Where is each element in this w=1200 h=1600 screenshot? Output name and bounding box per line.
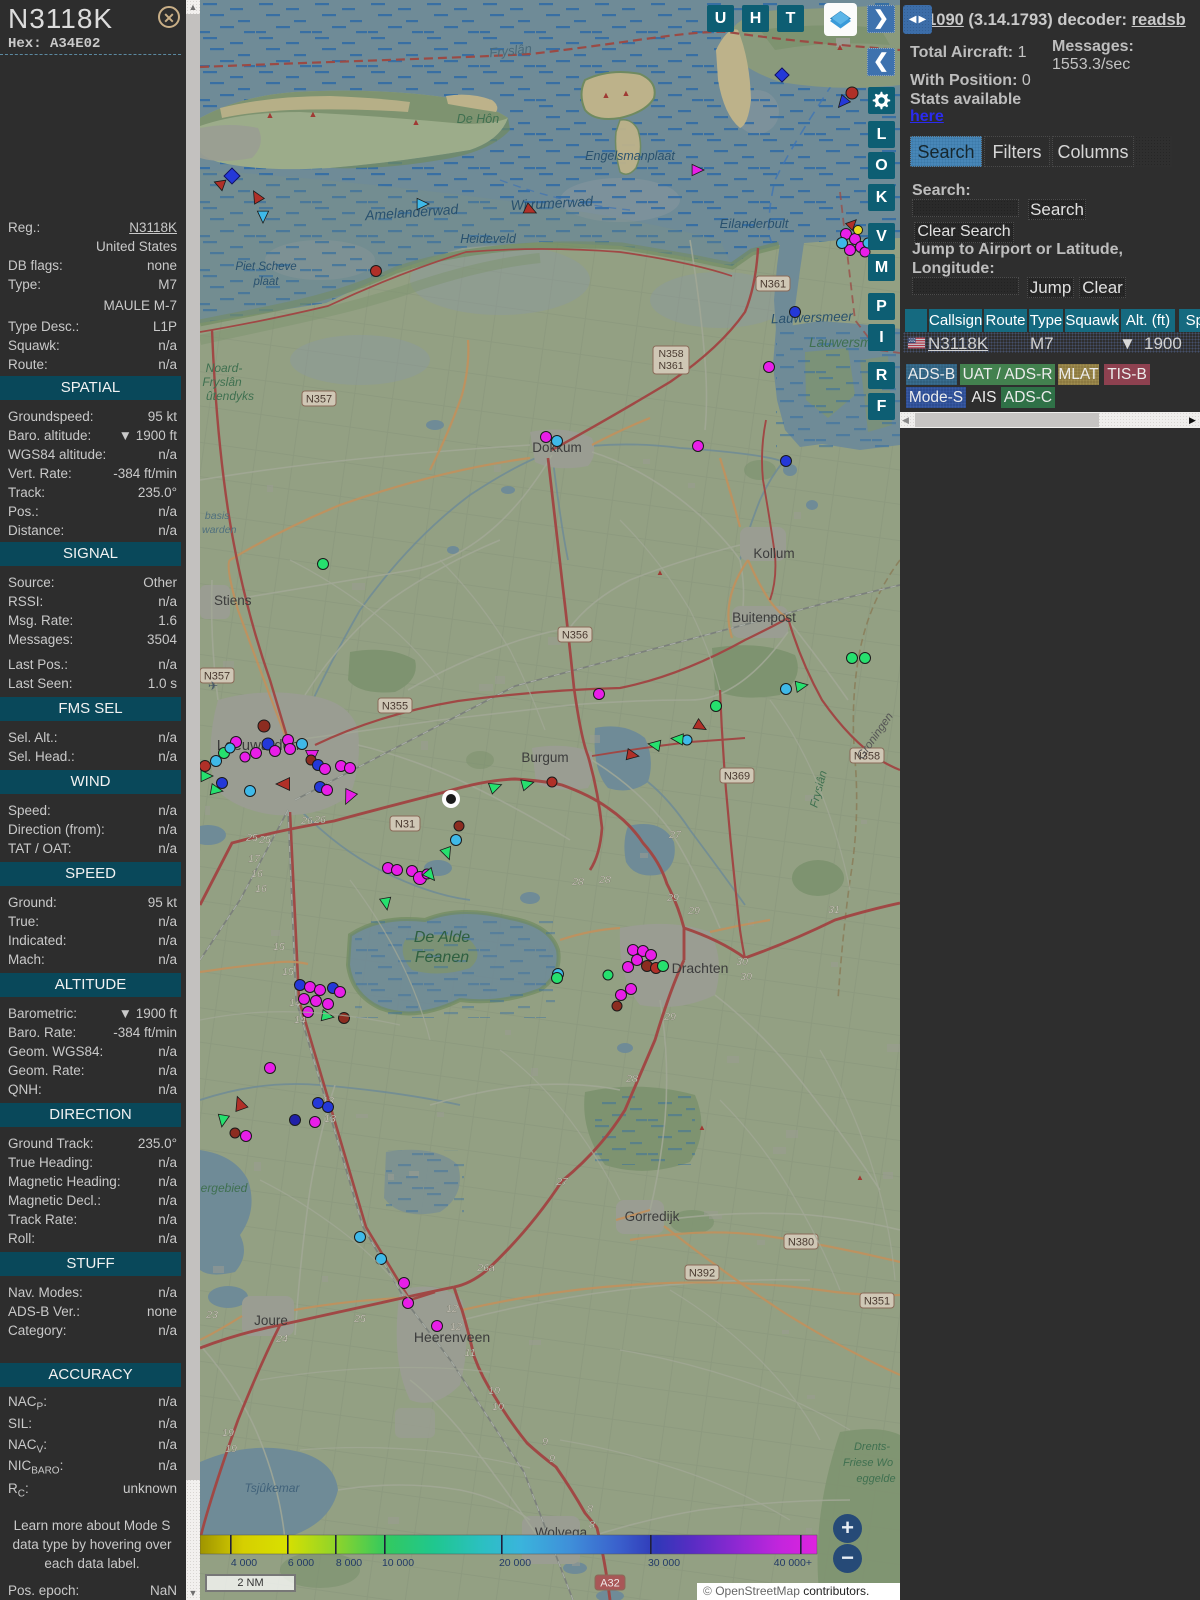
svg-text:20 000: 20 000 bbox=[499, 1557, 531, 1569]
svg-text:Tsjûkemar: Tsjûkemar bbox=[245, 1481, 301, 1495]
svg-text:▲: ▲ bbox=[309, 109, 318, 119]
svg-text:10: 10 bbox=[488, 1385, 500, 1397]
svg-text:▲: ▲ bbox=[836, 42, 845, 52]
svg-text:16: 16 bbox=[251, 868, 263, 880]
svg-text:25: 25 bbox=[245, 832, 258, 844]
svg-text:29: 29 bbox=[663, 1011, 676, 1023]
svg-text:De Hôn: De Hôn bbox=[457, 112, 499, 126]
svg-text:Drachten: Drachten bbox=[672, 960, 729, 976]
svg-text:9: 9 bbox=[549, 1453, 555, 1465]
svg-text:12: 12 bbox=[446, 1303, 458, 1315]
svg-text:N357: N357 bbox=[306, 394, 332, 406]
svg-text:Burgum: Burgum bbox=[521, 750, 568, 765]
svg-text:30: 30 bbox=[740, 971, 752, 983]
svg-text:15: 15 bbox=[282, 966, 294, 978]
svg-text:31: 31 bbox=[828, 904, 840, 916]
svg-text:N392: N392 bbox=[689, 1268, 715, 1280]
svg-text:Kollum: Kollum bbox=[753, 546, 794, 561]
svg-text:Feanen: Feanen bbox=[415, 949, 469, 966]
svg-text:12: 12 bbox=[450, 1321, 462, 1333]
svg-text:N358: N358 bbox=[658, 348, 683, 360]
svg-text:27: 27 bbox=[555, 1176, 569, 1188]
svg-text:N355: N355 bbox=[382, 701, 408, 713]
svg-text:Engelsmanplaat: Engelsmanplaat bbox=[585, 149, 675, 163]
svg-text:▲: ▲ bbox=[412, 117, 421, 127]
svg-text:8: 8 bbox=[589, 1519, 595, 1531]
svg-text:✈: ✈ bbox=[208, 679, 218, 693]
svg-text:26a: 26a bbox=[476, 1262, 495, 1274]
svg-text:29: 29 bbox=[687, 905, 700, 917]
svg-text:Eilanderbult: Eilanderbult bbox=[720, 216, 790, 231]
svg-text:De Alde: De Alde bbox=[414, 929, 470, 946]
svg-text:28: 28 bbox=[598, 874, 611, 886]
svg-text:ergebied: ergebied bbox=[201, 1181, 248, 1195]
svg-text:Friese Wo: Friese Wo bbox=[843, 1457, 893, 1469]
svg-text:23: 23 bbox=[205, 1309, 218, 1321]
svg-text:30: 30 bbox=[736, 956, 748, 968]
svg-text:Noard-: Noard- bbox=[206, 361, 243, 375]
svg-text:plaat: plaat bbox=[253, 276, 280, 288]
svg-text:19: 19 bbox=[222, 1427, 234, 1439]
svg-text:19: 19 bbox=[225, 1443, 237, 1455]
svg-text:A32: A32 bbox=[600, 1578, 620, 1590]
svg-text:ûtendyks: ûtendyks bbox=[206, 389, 254, 403]
svg-text:4 000: 4 000 bbox=[231, 1557, 257, 1569]
svg-text:15: 15 bbox=[273, 941, 285, 953]
svg-text:29: 29 bbox=[666, 892, 679, 904]
svg-text:8 000: 8 000 bbox=[336, 1557, 362, 1569]
svg-text:9: 9 bbox=[542, 1436, 548, 1448]
svg-text:▲: ▲ bbox=[856, 1173, 864, 1182]
svg-text:25: 25 bbox=[258, 834, 271, 846]
svg-text:N351: N351 bbox=[864, 1296, 890, 1308]
svg-text:N361: N361 bbox=[760, 279, 786, 291]
svg-text:N369: N369 bbox=[724, 771, 750, 783]
svg-text:Gorredijk: Gorredijk bbox=[625, 1209, 680, 1224]
svg-text:17: 17 bbox=[248, 853, 261, 865]
svg-text:26: 26 bbox=[300, 815, 313, 827]
svg-text:Heideveld: Heideveld bbox=[460, 232, 517, 246]
svg-text:basis: basis bbox=[202, 510, 230, 522]
svg-text:▲: ▲ bbox=[266, 110, 275, 120]
svg-text:30 000: 30 000 bbox=[648, 1557, 680, 1569]
svg-text:Drents-: Drents- bbox=[854, 1441, 890, 1453]
svg-text:Lauwersmeer: Lauwersmeer bbox=[771, 309, 854, 327]
svg-text:25: 25 bbox=[353, 1313, 366, 1325]
svg-text:▲: ▲ bbox=[698, 1123, 706, 1132]
svg-text:N380: N380 bbox=[788, 1237, 814, 1249]
svg-text:Buitenpost: Buitenpost bbox=[732, 610, 796, 625]
svg-text:Joure: Joure bbox=[254, 1313, 288, 1328]
svg-text:▲: ▲ bbox=[622, 88, 631, 98]
svg-text:13: 13 bbox=[324, 1113, 336, 1125]
svg-text:Fryslân: Fryslân bbox=[202, 375, 242, 389]
svg-text:Stiens: Stiens bbox=[214, 593, 252, 608]
svg-text:28: 28 bbox=[571, 876, 584, 888]
svg-text:11: 11 bbox=[465, 1347, 476, 1359]
svg-text:27: 27 bbox=[668, 829, 682, 841]
svg-text:10: 10 bbox=[492, 1401, 504, 1413]
svg-text:40 000+: 40 000+ bbox=[774, 1557, 812, 1569]
svg-text:8: 8 bbox=[587, 1503, 593, 1515]
svg-text:26: 26 bbox=[313, 814, 326, 826]
svg-text:warden: warden bbox=[202, 524, 237, 536]
svg-text:16: 16 bbox=[255, 883, 267, 895]
svg-text:N356: N356 bbox=[562, 630, 588, 642]
svg-text:6 000: 6 000 bbox=[288, 1557, 314, 1569]
svg-text:N361: N361 bbox=[658, 360, 683, 372]
svg-text:▲: ▲ bbox=[602, 90, 611, 100]
svg-text:10 000: 10 000 bbox=[382, 1557, 414, 1569]
svg-text:28: 28 bbox=[625, 1073, 638, 1085]
svg-text:Piet Scheve: Piet Scheve bbox=[235, 261, 296, 273]
svg-text:24: 24 bbox=[275, 1333, 288, 1345]
svg-text:eggelde: eggelde bbox=[856, 1473, 895, 1485]
svg-text:N31: N31 bbox=[395, 819, 415, 831]
